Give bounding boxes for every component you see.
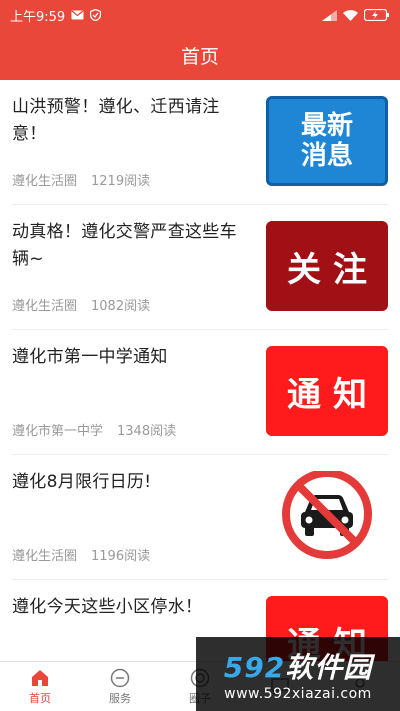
no-cars-sign-icon (281, 471, 373, 561)
news-thumbnail[interactable]: 通知 (266, 596, 388, 661)
wifi-icon (343, 9, 358, 21)
tab-label: 服务 (109, 691, 131, 705)
news-item[interactable]: 遵化今天这些小区停水！ 通知 (12, 580, 388, 661)
tab-home[interactable]: 首页 (0, 662, 80, 711)
news-title: 遵化市第一中学通知 (12, 347, 168, 367)
news-title: 动真格！遵化交警严查这些车辆~ (12, 222, 237, 269)
news-item[interactable]: 遵化市第一中学通知 遵化市第一中学 1348阅读 通知 (12, 330, 388, 455)
thumbnail-text: 关注 (287, 249, 379, 290)
news-item[interactable]: 动真格！遵化交警严查这些车辆~ 遵化生活圈 1082阅读 关注 (12, 205, 388, 330)
news-item[interactable]: 山洪预警！遵化、迁西请注意！ 遵化生活圈 1219阅读 最新消息 (12, 80, 388, 205)
news-meta: 遵化市第一中学 1348阅读 (12, 420, 176, 439)
bottom-tab-bar: 首页 服务 圈子 (0, 661, 400, 711)
news-thumbnail[interactable]: 通知 (266, 346, 388, 436)
thumbnail-text: 通知 (287, 624, 379, 662)
app-header: 首页 (0, 30, 400, 80)
home-icon (30, 668, 50, 688)
news-title: 遵化今天这些小区停水！ (12, 597, 203, 617)
news-title: 遵化8月限行日历! (12, 472, 152, 492)
tab-circle[interactable]: 圈子 (160, 662, 240, 711)
news-feed[interactable]: 山洪预警！遵化、迁西请注意！ 遵化生活圈 1219阅读 最新消息 动真格！遵化交… (0, 80, 400, 661)
service-icon (110, 668, 130, 688)
circle-icon (190, 668, 210, 688)
tab-label: 圈子 (189, 691, 211, 705)
message-icon (270, 676, 290, 696)
news-thumbnail[interactable]: 最新消息 (266, 96, 388, 186)
tab-message[interactable] (240, 662, 320, 711)
news-meta: 遵化生活圈 1082阅读 (12, 295, 150, 314)
tab-profile[interactable] (320, 662, 400, 711)
news-source: 遵化生活圈 (12, 549, 78, 564)
tab-label: 首页 (29, 691, 51, 705)
thumbnail-text: 通知 (287, 374, 379, 415)
news-thumbnail[interactable] (266, 471, 388, 561)
battery-icon (364, 9, 390, 21)
signal-icon (322, 9, 337, 21)
news-source: 遵化生活圈 (12, 174, 78, 189)
news-reads: 1219阅读 (91, 174, 151, 189)
status-right (322, 9, 390, 21)
news-meta: 遵化生活圈 1196阅读 (12, 545, 150, 564)
news-source: 遵化生活圈 (12, 299, 78, 314)
profile-icon (350, 676, 370, 696)
status-left: 上午9:59 (10, 6, 102, 25)
page-title: 首页 (180, 45, 219, 68)
news-item[interactable]: 遵化8月限行日历! 遵化生活圈 1196阅读 (12, 455, 388, 580)
status-time: 上午9:59 (10, 9, 66, 25)
mail-icon (71, 10, 84, 20)
app-screen: 上午9:59 首页 山洪预警！遵化、迁西请注意！ 遵化生活圈 1219阅读 最新… (0, 0, 400, 711)
shield-icon (90, 9, 102, 21)
status-bar: 上午9:59 (0, 0, 400, 30)
thumbnail-text: 最新消息 (300, 111, 353, 171)
news-reads: 1196阅读 (91, 549, 151, 564)
news-title: 山洪预警！遵化、迁西请注意！ (12, 97, 220, 144)
news-reads: 1082阅读 (91, 299, 151, 314)
news-reads: 1348阅读 (117, 424, 177, 439)
news-thumbnail[interactable]: 关注 (266, 221, 388, 311)
tab-service[interactable]: 服务 (80, 662, 160, 711)
news-source: 遵化市第一中学 (12, 424, 104, 439)
news-meta: 遵化生活圈 1219阅读 (12, 170, 150, 189)
